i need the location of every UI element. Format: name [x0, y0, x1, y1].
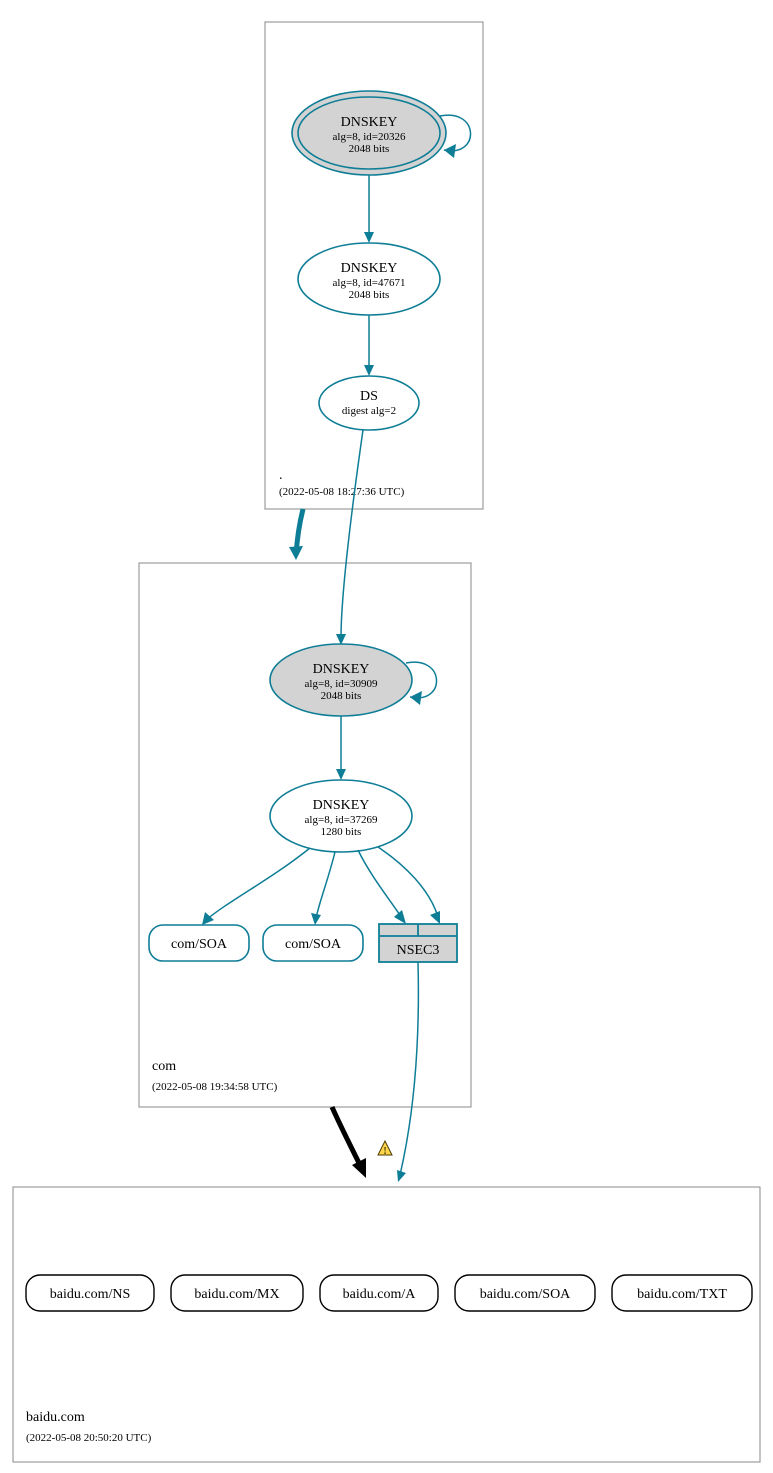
svg-text:com/SOA: com/SOA	[285, 937, 342, 952]
svg-text:alg=8, id=47671: alg=8, id=47671	[333, 277, 406, 289]
svg-text:alg=8, id=30909: alg=8, id=30909	[305, 678, 378, 690]
node-baidu-mx: baidu.com/MX	[171, 1275, 303, 1311]
svg-text:com/SOA: com/SOA	[171, 937, 228, 952]
zone-com-label: com	[152, 1059, 176, 1074]
node-root-ksk: DNSKEY alg=8, id=20326 2048 bits	[292, 91, 446, 175]
zone-com: com (2022-05-08 19:34:58 UTC) DNSKEY alg…	[139, 430, 471, 1107]
zone-root-label: .	[279, 468, 283, 483]
svg-text:baidu.com/TXT: baidu.com/TXT	[637, 1287, 727, 1302]
svg-text:!: !	[383, 1146, 386, 1157]
edge-comzsk-soa1	[206, 848, 310, 920]
dnssec-diagram: . (2022-05-08 18:27:36 UTC) DNSKEY alg=8…	[0, 0, 773, 1473]
svg-text:baidu.com/MX: baidu.com/MX	[194, 1287, 279, 1302]
edge-nsec3-baidu	[400, 962, 418, 1175]
zone-baidu-timestamp: (2022-05-08 20:50:20 UTC)	[26, 1432, 152, 1444]
edge-rootds-comksk	[341, 430, 363, 638]
node-baidu-soa: baidu.com/SOA	[455, 1275, 595, 1311]
node-baidu-a: baidu.com/A	[320, 1275, 438, 1311]
svg-text:alg=8, id=37269: alg=8, id=37269	[305, 814, 378, 826]
edge-zone-com-to-baidu	[332, 1107, 360, 1165]
svg-text:baidu.com/A: baidu.com/A	[343, 1287, 417, 1302]
zone-root: . (2022-05-08 18:27:36 UTC) DNSKEY alg=8…	[265, 22, 483, 509]
svg-text:DNSKEY: DNSKEY	[313, 798, 370, 813]
svg-text:1280 bits: 1280 bits	[321, 826, 362, 838]
svg-text:baidu.com/SOA: baidu.com/SOA	[480, 1287, 571, 1302]
node-baidu-ns: baidu.com/NS	[26, 1275, 154, 1311]
svg-text:digest alg=2: digest alg=2	[342, 405, 396, 417]
svg-text:DS: DS	[360, 389, 378, 404]
svg-text:NSEC3: NSEC3	[397, 943, 440, 958]
zone-com-timestamp: (2022-05-08 19:34:58 UTC)	[152, 1081, 278, 1093]
zone-baidu: baidu.com (2022-05-08 20:50:20 UTC) baid…	[13, 1187, 760, 1462]
node-baidu-txt: baidu.com/TXT	[612, 1275, 752, 1311]
svg-text:baidu.com/NS: baidu.com/NS	[50, 1287, 131, 1302]
svg-text:DNSKEY: DNSKEY	[313, 662, 370, 677]
node-root-ds: DS digest alg=2	[319, 376, 419, 430]
svg-text:alg=8, id=20326: alg=8, id=20326	[333, 131, 406, 143]
node-com-soa-1: com/SOA	[149, 925, 249, 961]
svg-text:2048 bits: 2048 bits	[349, 289, 390, 301]
node-com-soa-2: com/SOA	[263, 925, 363, 961]
svg-text:DNSKEY: DNSKEY	[341, 115, 398, 130]
edge-comzsk-soa2	[316, 852, 335, 918]
svg-text:2048 bits: 2048 bits	[321, 690, 362, 702]
zone-root-timestamp: (2022-05-08 18:27:36 UTC)	[279, 486, 405, 498]
edge-comzsk-nsec3b	[378, 847, 438, 917]
zone-baidu-label: baidu.com	[26, 1410, 85, 1425]
node-nsec3: NSEC3	[379, 924, 457, 962]
node-com-zsk: DNSKEY alg=8, id=37269 1280 bits	[270, 780, 412, 852]
svg-text:DNSKEY: DNSKEY	[341, 261, 398, 276]
node-root-zsk: DNSKEY alg=8, id=47671 2048 bits	[298, 243, 440, 315]
warning-icon: !	[378, 1141, 392, 1157]
svg-text:2048 bits: 2048 bits	[349, 143, 390, 155]
node-com-ksk: DNSKEY alg=8, id=30909 2048 bits	[270, 644, 412, 716]
